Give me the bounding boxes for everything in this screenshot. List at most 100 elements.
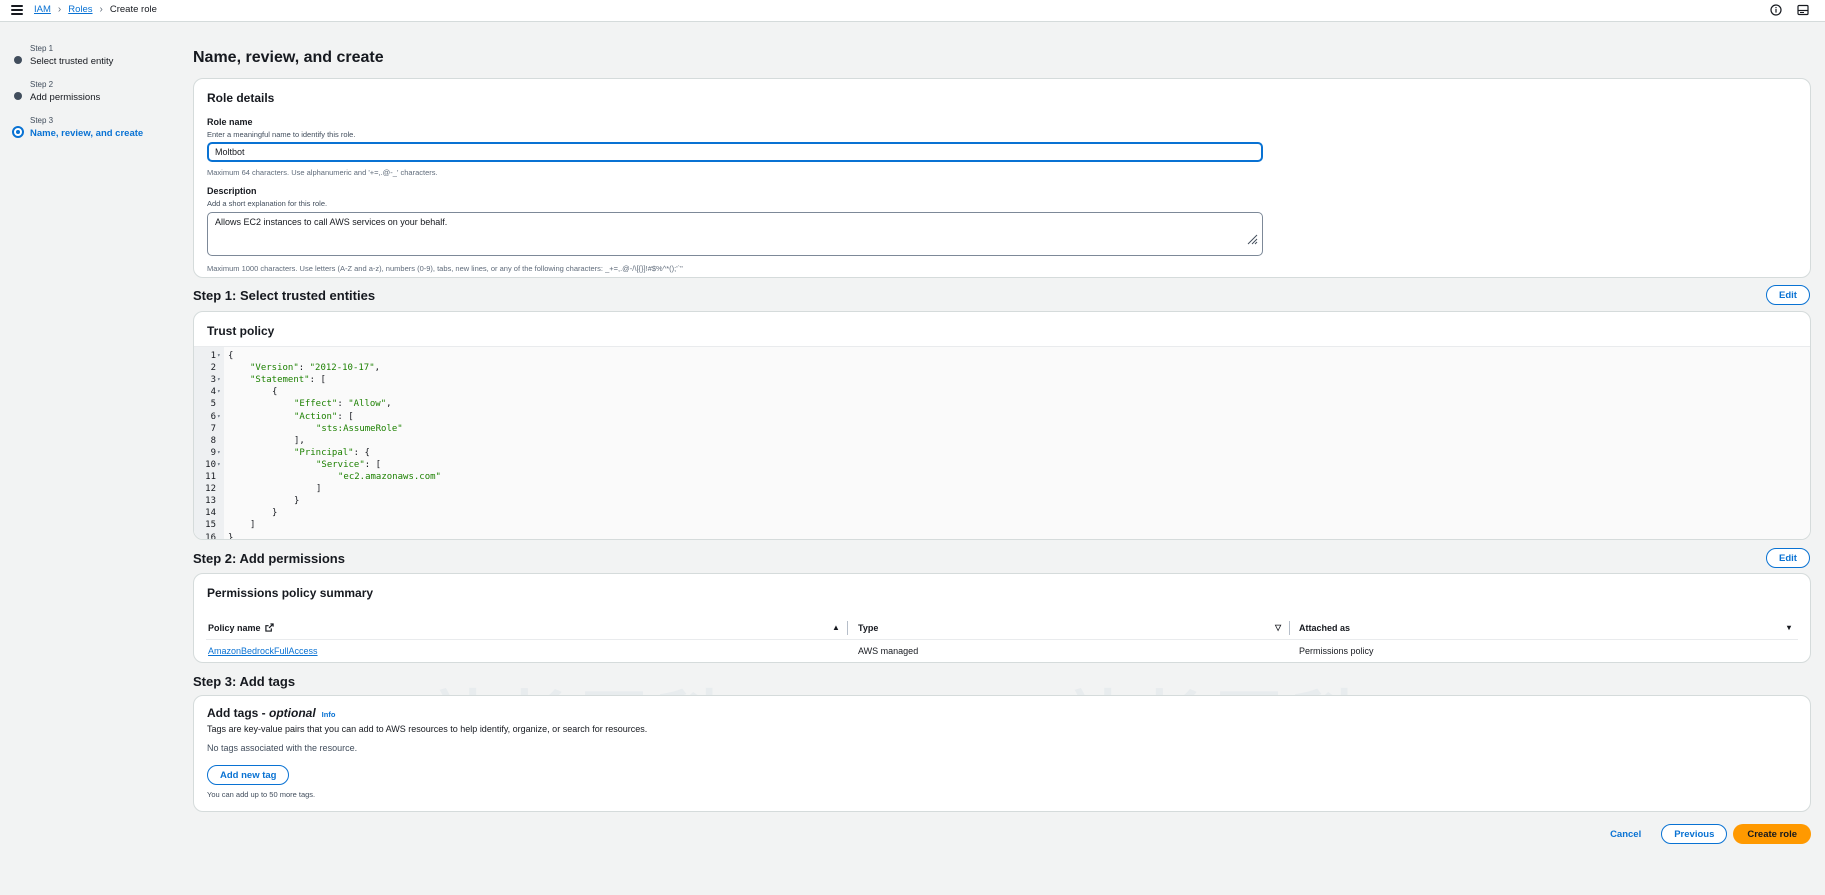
code-punctuation: : — [298, 363, 310, 374]
code-string: "Action" — [294, 411, 338, 422]
trust-policy-code-editor: 1 ▾{2 "Version": "2012-10-17", 3 ▾ "Statement… — [194, 346, 1810, 540]
chevron-right-icon: › — [99, 4, 103, 15]
step2-section-title: Step 2: Add permissions — [193, 551, 345, 566]
code-punctuation: , — [386, 399, 392, 410]
code-punctuation: : [ — [309, 375, 326, 386]
role-name-input[interactable] — [207, 142, 1263, 162]
code-text: ] — [228, 483, 321, 495]
line-number: 16 — [205, 532, 216, 540]
fold-icon[interactable]: ▾ — [217, 386, 221, 398]
tag-limit-hint: You can add up to 50 more tags. — [207, 790, 316, 799]
code-punctuation: ] — [316, 484, 322, 495]
line-number: 11 — [205, 472, 216, 482]
wizard-step-2[interactable]: Step 2 Add permissions — [12, 80, 172, 116]
line-number: 5 — [210, 399, 216, 410]
step-label: Select trusted entity — [30, 56, 114, 67]
top-navigation-bar: IAM › Roles › Create role — [0, 0, 1825, 22]
code-string: "2012-10-17" — [309, 363, 375, 374]
step-indicator — [14, 56, 22, 64]
code-punctuation: : [ — [364, 459, 382, 470]
column-divider — [1289, 621, 1290, 635]
code-punctuation: : [ — [337, 411, 354, 422]
role-name-description: Enter a meaningful name to identify this… — [207, 130, 356, 139]
code-text: { — [228, 386, 277, 398]
step-label: Add permissions — [30, 92, 101, 103]
column-header-type[interactable]: Type — [858, 616, 878, 639]
info-icon[interactable] — [1770, 4, 1782, 16]
fold-icon[interactable]: ▾ — [217, 374, 221, 386]
step3-section-title: Step 3: Add tags — [193, 674, 296, 689]
breadcrumb: IAM › Roles › Create role — [34, 4, 157, 15]
fold-icon[interactable]: ▾ — [217, 411, 221, 423]
description-description: Add a short explanation for this role. — [207, 199, 328, 208]
column-header-attached-as[interactable]: Attached as — [1299, 616, 1350, 639]
code-text: ] — [228, 519, 255, 531]
description-label: Description — [207, 186, 257, 196]
role-details-panel: Role details Role name Enter a meaningfu… — [193, 78, 1811, 278]
sort-ascending-icon[interactable]: ▲ — [832, 623, 840, 632]
code-string: "ec2.amazonaws.com" — [338, 472, 441, 482]
code-text: "ec2.amazonaws.com" — [228, 471, 441, 483]
column-label: Policy name — [208, 622, 261, 633]
description-textarea[interactable]: Allows EC2 instances to call AWS service… — [207, 212, 1263, 256]
code-punctuation: } — [294, 496, 300, 507]
breadcrumb-current: Create role — [109, 4, 157, 15]
line-number: 10 — [205, 459, 216, 470]
code-text: "Version": "2012-10-17", — [228, 362, 380, 374]
add-tags-description: Tags are key-value pairs that you can ad… — [207, 724, 648, 734]
breadcrumb-roles[interactable]: Roles — [68, 4, 92, 15]
previous-button[interactable]: Previous — [1661, 824, 1728, 844]
wizard-step-1[interactable]: Step 1 Select trusted entity — [12, 44, 172, 80]
code-text: "Effect": "Allow", — [228, 398, 392, 410]
step-indicator-active — [12, 126, 24, 138]
code-punctuation: } — [272, 508, 278, 519]
code-punctuation: : — [337, 399, 349, 410]
fold-icon[interactable]: ▾ — [217, 350, 221, 362]
step-number: Step 2 — [30, 80, 54, 89]
policy-name-link[interactable]: AmazonBedrockFullAccess — [208, 646, 318, 656]
cancel-button[interactable]: Cancel — [1610, 829, 1641, 840]
code-string: "Version" — [250, 363, 299, 374]
split-panel-icon[interactable] — [1797, 4, 1809, 16]
description-hint: Maximum 1000 characters. Use letters (A-… — [207, 264, 683, 273]
step-number: Step 1 — [30, 44, 54, 53]
add-tags-title: Add tags - — [207, 706, 269, 720]
step2-edit-button[interactable]: Edit — [1766, 548, 1810, 568]
sort-descending-icon[interactable]: ▾ — [1787, 623, 1791, 632]
line-number: 4 — [210, 387, 216, 398]
chevron-right-icon: › — [57, 4, 62, 15]
line-number: 7 — [210, 423, 216, 434]
fold-icon[interactable]: ▾ — [217, 447, 221, 459]
code-punctuation: } — [228, 532, 234, 540]
wizard-step-3: Step 3 Name, review, and create — [12, 116, 172, 152]
code-string: "Principal" — [294, 447, 354, 458]
info-link[interactable]: Info — [322, 710, 336, 719]
breadcrumb-iam[interactable]: IAM — [34, 4, 51, 15]
line-number: 6 — [210, 411, 216, 422]
line-number: 15 — [205, 520, 216, 531]
code-punctuation: { — [272, 387, 278, 398]
code-string: "Allow" — [348, 399, 387, 410]
create-role-button[interactable]: Create role — [1733, 824, 1811, 844]
step-label: Name, review, and create — [30, 128, 144, 139]
resize-handle-icon[interactable] — [1246, 233, 1258, 245]
step1-edit-button[interactable]: Edit — [1766, 285, 1810, 305]
code-text: } — [228, 495, 299, 507]
table-row: AmazonBedrockFullAccess AWS managed Perm… — [206, 640, 1798, 662]
column-header-policy-name[interactable]: Policy name — [208, 616, 274, 639]
line-number: 12 — [205, 484, 216, 495]
add-new-tag-button[interactable]: Add new tag — [207, 765, 290, 785]
role-name-label: Role name — [207, 117, 253, 127]
step-number: Step 3 — [30, 116, 54, 125]
step1-section-title: Step 1: Select trusted entities — [193, 288, 376, 303]
fold-icon[interactable]: ▾ — [217, 459, 221, 471]
menu-icon[interactable] — [11, 5, 23, 15]
code-text: ], — [228, 435, 305, 447]
sort-descending-icon[interactable]: ▽ — [1275, 623, 1281, 632]
code-string: "Effect" — [294, 399, 338, 410]
code-text: } — [228, 532, 234, 540]
policy-attached-as: Permissions policy — [1299, 646, 1374, 656]
line-number: 13 — [205, 496, 216, 507]
column-label: Type — [858, 622, 879, 633]
code-string: "sts:AssumeRole" — [316, 423, 403, 434]
